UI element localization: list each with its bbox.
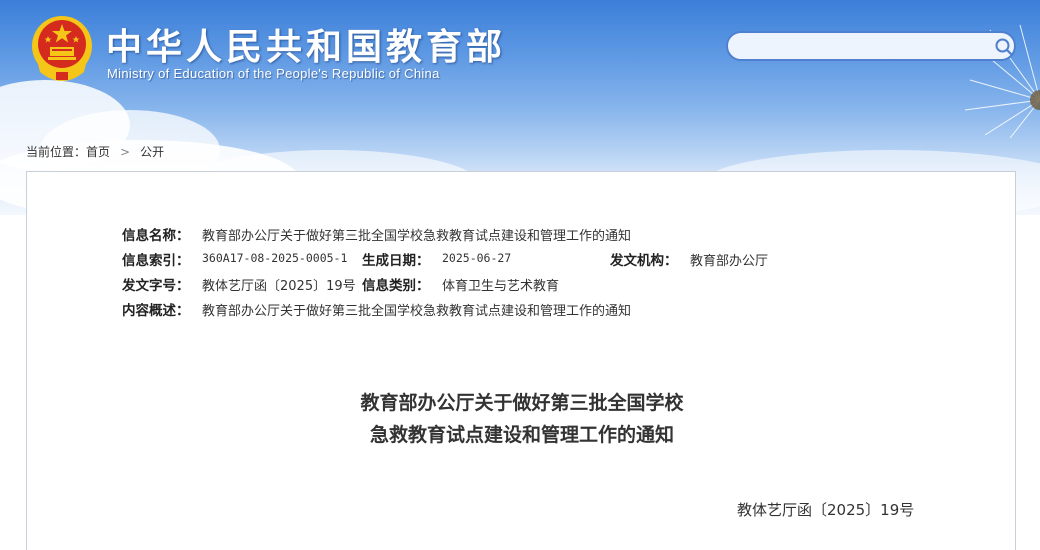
meta-value-date: 2025-06-27	[442, 251, 512, 265]
meta-label-issuer: 发文机构：	[610, 253, 678, 269]
breadcrumb-separator-icon: >	[120, 145, 131, 159]
national-emblem-logo	[32, 16, 92, 81]
meta-label-date: 生成日期：	[362, 253, 430, 269]
meta-label-docno: 发文字号：	[122, 278, 190, 294]
document-number: 教体艺厅函〔2025〕19号	[737, 501, 915, 519]
search-icon[interactable]	[994, 37, 1014, 57]
breadcrumb-prefix: 当前位置：	[26, 145, 87, 159]
site-subtitle: Ministry of Education of the People's Re…	[107, 66, 440, 81]
meta-value-issuer: 教育部办公厅	[690, 254, 769, 269]
meta-label-index: 信息索引：	[122, 253, 190, 269]
meta-label-name: 信息名称：	[122, 228, 190, 244]
breadcrumb-link-public[interactable]: 公开	[140, 143, 164, 160]
breadcrumb-link-home[interactable]: 首页	[86, 143, 110, 160]
breadcrumb: 当前位置：首页 > 公开	[26, 143, 164, 160]
content-panel: 信息名称： 教育部办公厅关于做好第三批全国学校急救教育试点建设和管理工作的通知 …	[26, 171, 1016, 550]
meta-label-summary: 内容概述：	[122, 303, 190, 319]
meta-value-summary: 教育部办公厅关于做好第三批全国学校急救教育试点建设和管理工作的通知	[202, 304, 632, 319]
meta-label-category: 信息类别：	[362, 278, 430, 294]
meta-value-category: 体育卫生与艺术教育	[442, 279, 560, 294]
document-title-line1: 教育部办公厅关于做好第三批全国学校	[360, 392, 684, 414]
meta-value-docno: 教体艺厅函〔2025〕19号	[202, 279, 356, 294]
site-title[interactable]: 中华人民共和国教育部	[106, 18, 506, 70]
meta-value-index: 360A17-08-2025-0005-1	[202, 251, 348, 265]
search-box	[726, 31, 1016, 61]
search-input[interactable]	[740, 37, 980, 55]
meta-value-name: 教育部办公厅关于做好第三批全国学校急救教育试点建设和管理工作的通知	[202, 229, 632, 244]
document-title-line2: 急救教育试点建设和管理工作的通知	[369, 424, 674, 446]
